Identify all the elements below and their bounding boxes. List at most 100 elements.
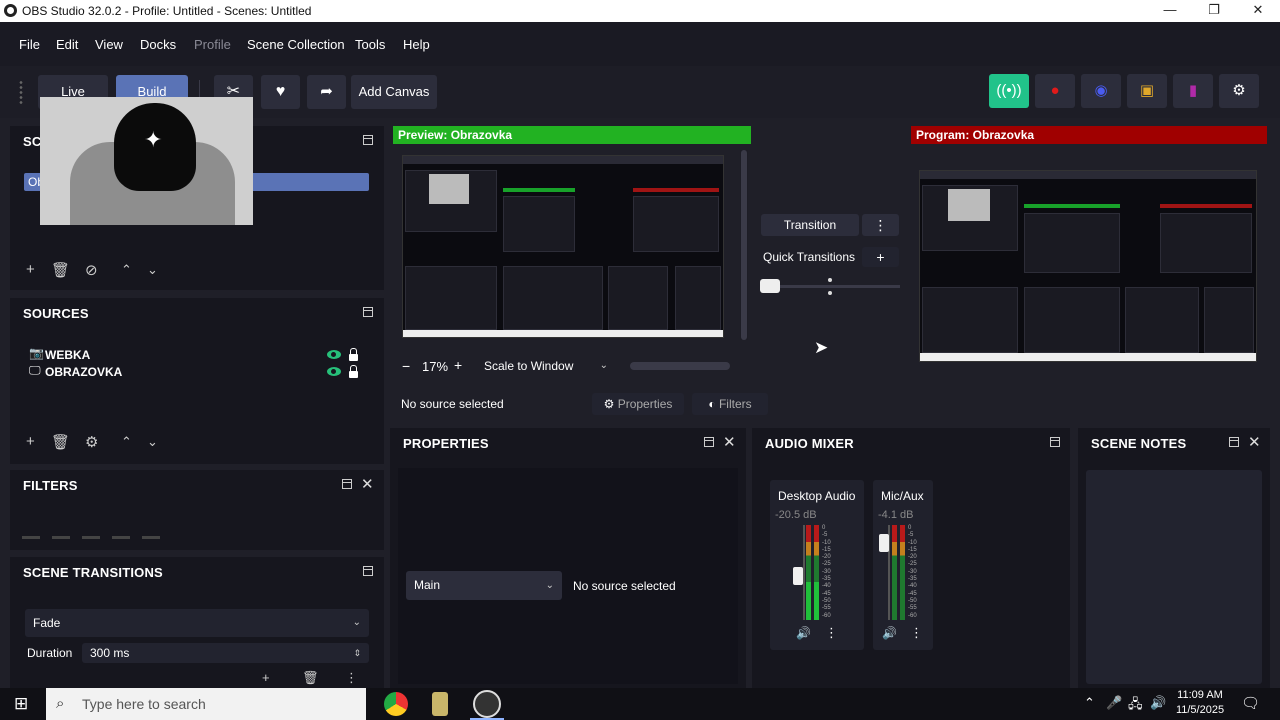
transition-select[interactable]: Fade ⌄	[25, 609, 369, 637]
add-transition-button[interactable]: +	[262, 670, 270, 685]
visibility-eye-icon[interactable]	[327, 350, 341, 359]
minimize-button[interactable]: —	[1148, 0, 1192, 22]
menu-docks[interactable]: Docks	[140, 37, 176, 52]
channel-db: -4.1 dB	[878, 509, 914, 521]
undock-icon[interactable]	[1229, 437, 1239, 447]
filters-button-label: Filters	[718, 397, 752, 411]
taskbar-search-box[interactable]: ⌕ Type here to search	[46, 688, 366, 720]
volume-fader-knob[interactable]	[879, 534, 889, 553]
undock-icon[interactable]	[342, 479, 352, 489]
scale-mode-select[interactable]: Scale to Window ⌄	[476, 355, 616, 377]
lock-icon[interactable]	[349, 348, 358, 361]
undock-icon[interactable]	[363, 135, 373, 145]
undock-icon[interactable]	[363, 307, 373, 317]
close-button[interactable]: ✕	[1236, 0, 1280, 22]
level-meter-right	[814, 525, 819, 620]
audio-mixer-title: AUDIO MIXER	[765, 436, 854, 451]
filters-title: FILTERS	[23, 478, 78, 493]
transition-menu-icon[interactable]: ⋮	[345, 670, 358, 686]
menu-file[interactable]: File	[19, 37, 40, 52]
clock-time[interactable]: 11:09 AM	[1175, 689, 1225, 701]
channel-menu-icon[interactable]: ⋮	[910, 625, 923, 641]
tray-chevron-up-icon[interactable]: ⌃	[1084, 695, 1095, 711]
close-icon[interactable]: ✕	[1248, 433, 1261, 451]
canvas-select[interactable]: Main ⌄	[406, 571, 562, 600]
preview-scrollbar-horizontal[interactable]	[630, 362, 730, 370]
scene-notes-textarea[interactable]	[1086, 470, 1262, 684]
add-scene-button[interactable]: +	[26, 261, 35, 278]
move-down-icon[interactable]: ⌄	[147, 262, 158, 278]
volume-fader-knob[interactable]	[793, 567, 803, 586]
remove-scene-trash-icon[interactable]: 🗑	[51, 261, 70, 279]
canvas-select-value: Main	[414, 578, 441, 592]
source-properties-gear-icon[interactable]: ⚙	[85, 433, 98, 451]
filters-header: FILTERS ✕	[10, 470, 384, 500]
menu-help[interactable]: Help	[403, 37, 430, 52]
add-source-button[interactable]: +	[26, 433, 35, 450]
scrollbar-thumb[interactable]	[741, 150, 747, 340]
move-down-icon[interactable]: ⌄	[147, 434, 158, 450]
clock-date[interactable]: 11/5/2025	[1172, 704, 1228, 716]
menu-edit[interactable]: Edit	[56, 37, 78, 52]
zoom-in-button[interactable]: +	[454, 357, 462, 373]
source-filters-button[interactable]: ◐ Filters	[692, 393, 768, 415]
channel-db: -20.5 dB	[775, 509, 817, 521]
close-icon[interactable]: ✕	[723, 433, 736, 451]
t-bar-handle[interactable]	[760, 279, 780, 293]
obs-taskbar-icon[interactable]	[473, 690, 501, 718]
virtual-camera-icon[interactable]: ◉	[1081, 74, 1121, 108]
duration-spinbox[interactable]: 300 ms ⇕	[82, 643, 369, 663]
preview-canvas[interactable]	[402, 155, 724, 338]
undock-icon[interactable]	[363, 566, 373, 576]
heart-icon[interactable]: ♥	[261, 75, 300, 109]
zoom-out-button[interactable]: −	[402, 358, 410, 374]
jumpman-logo-icon: ✦	[144, 127, 163, 152]
remove-source-trash-icon[interactable]: 🗑	[51, 433, 70, 451]
remove-transition-trash-icon[interactable]: 🗑	[302, 670, 319, 686]
preview-header: Preview: Obrazovka	[393, 126, 751, 144]
transition-menu-icon[interactable]: ⋮	[862, 214, 899, 236]
volume-fader-track[interactable]	[803, 525, 805, 620]
undock-icon[interactable]	[1050, 437, 1060, 447]
program-header: Program: Obrazovka	[911, 126, 1267, 144]
undock-icon[interactable]	[704, 437, 714, 447]
preview-scrollbar-vertical[interactable]	[740, 150, 748, 340]
toolbar-grip-icon[interactable]	[18, 80, 24, 104]
app-pinned-icon[interactable]	[432, 692, 448, 716]
network-icon[interactable]: 🖧	[1128, 695, 1143, 717]
transition-button[interactable]: Transition	[761, 214, 859, 236]
source-properties-button[interactable]: ⚙ Properties	[592, 393, 684, 415]
share-icon[interactable]: ➦	[307, 75, 346, 109]
visibility-eye-icon[interactable]	[327, 367, 341, 376]
selected-source-status: No source selected	[401, 397, 504, 411]
menu-tools[interactable]: Tools	[355, 37, 385, 52]
add-canvas-button[interactable]: Add Canvas	[351, 75, 437, 109]
menu-view[interactable]: View	[95, 37, 123, 52]
move-up-icon[interactable]: ⌃	[121, 262, 132, 278]
notification-icon[interactable]: 🗨	[1241, 694, 1260, 712]
microphone-icon[interactable]: 🎤	[1106, 695, 1122, 711]
source-item-obrazovka[interactable]: OBRAZOVKA	[45, 365, 122, 379]
speaker-mute-icon[interactable]: 🔊	[882, 626, 897, 640]
settings-gear-icon[interactable]: ⚙	[1219, 74, 1259, 108]
replay-buffer-icon[interactable]: ▣	[1127, 74, 1167, 108]
close-icon[interactable]: ✕	[361, 475, 374, 493]
menu-scene-collection[interactable]: Scene Collection	[247, 37, 345, 52]
lock-icon[interactable]	[349, 365, 358, 378]
meter-scale: 0 -5 -10 -15 -20 -25 -30 -35 -40 -45 -50 -55 -60	[908, 525, 917, 619]
chrome-icon[interactable]	[384, 692, 408, 716]
t-bar-track[interactable]	[770, 285, 900, 288]
add-quick-transition-button[interactable]: +	[862, 247, 899, 267]
stream-icon[interactable]: ((•))	[989, 74, 1029, 108]
source-item-webka[interactable]: WEBKA	[45, 348, 90, 362]
volume-icon[interactable]: 🔊	[1150, 695, 1166, 711]
menu-profile[interactable]: Profile	[194, 37, 231, 52]
record-icon[interactable]: ●	[1035, 74, 1075, 108]
windows-start-icon[interactable]: ⊞	[14, 694, 28, 714]
speaker-mute-icon[interactable]: 🔊	[796, 626, 811, 640]
scene-filters-icon[interactable]: ⊘	[85, 261, 98, 279]
channel-menu-icon[interactable]: ⋮	[825, 625, 838, 641]
move-up-icon[interactable]: ⌃	[121, 434, 132, 450]
restore-button[interactable]: ❐	[1192, 0, 1236, 22]
studio-mode-icon[interactable]: ▮	[1173, 74, 1213, 108]
